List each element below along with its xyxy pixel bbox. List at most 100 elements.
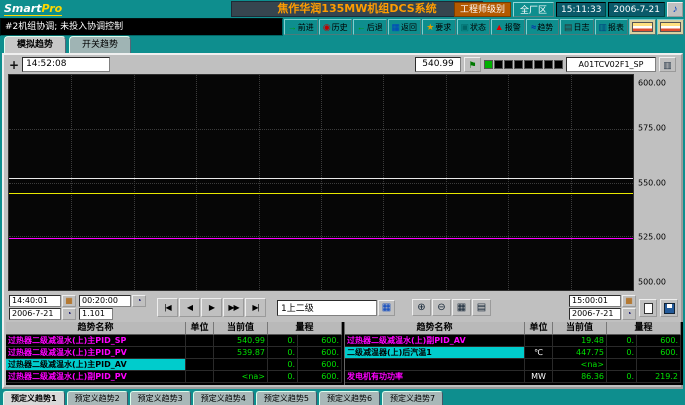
toolbar-button-status[interactable]: ▣状态 bbox=[457, 19, 491, 35]
screen-thumbnail-button-2[interactable] bbox=[657, 19, 684, 35]
cursor-value-display: 540.99 bbox=[415, 57, 461, 72]
trend-group-input[interactable] bbox=[277, 300, 377, 316]
clock-icon: ◔ bbox=[137, 296, 142, 305]
trend-row-value: 447.75 bbox=[553, 347, 607, 359]
pen-selector-5[interactable] bbox=[524, 60, 533, 69]
trend-row-name[interactable]: 发电机有功功率 bbox=[345, 371, 525, 383]
trend-plot[interactable] bbox=[8, 74, 634, 291]
grid-toggle-button[interactable]: ▦ bbox=[452, 299, 471, 316]
column-header-value: 当前值 bbox=[553, 322, 607, 335]
tab-predefined-trend-4[interactable]: 预定义趋势4 bbox=[193, 391, 254, 405]
trend-config-button[interactable]: ▥ bbox=[659, 57, 676, 72]
toolbar-button-alarm[interactable]: ▲报警 bbox=[491, 19, 525, 35]
fast-forward-button[interactable]: ▶▶ bbox=[223, 298, 244, 317]
start-date-picker-button[interactable]: ◔ bbox=[62, 308, 76, 320]
toolbar-button-request[interactable]: ★要求 bbox=[422, 19, 456, 35]
trend-row-name[interactable]: 二级减温器(上)后汽温1 bbox=[345, 347, 525, 359]
sound-button[interactable]: ♪ bbox=[667, 2, 683, 17]
top-header: SmartPro 焦作华润135MW机组DCS系统 工程师级别 全厂区 15:1… bbox=[0, 0, 685, 18]
play-button[interactable]: ▶ bbox=[201, 298, 222, 317]
dcs-window: SmartPro 焦作华润135MW机组DCS系统 工程师级别 全厂区 15:1… bbox=[0, 0, 685, 405]
toolbar-button-log[interactable]: ▤日志 bbox=[560, 19, 594, 35]
end-time-calendar-button[interactable]: ▦ bbox=[622, 295, 636, 307]
pen-selector-8[interactable] bbox=[554, 60, 563, 69]
tab-predefined-trend-5[interactable]: 预定义趋势5 bbox=[256, 391, 317, 405]
pen-selector-4[interactable] bbox=[514, 60, 523, 69]
trend-row-name[interactable]: 过热器二级减温水(上)主PID_PV bbox=[6, 347, 186, 359]
system-title: 焦作华润135MW机组DCS系统 bbox=[231, 1, 483, 17]
trend-row-value: 86.36 bbox=[553, 371, 607, 383]
return-icon: ▦ bbox=[391, 23, 400, 32]
interval-button[interactable]: ◔ bbox=[132, 295, 146, 307]
trend-row-name[interactable]: 过热器二级减温水(上)主PID_SP bbox=[6, 335, 186, 347]
zoom-in-button[interactable]: ⊕ bbox=[412, 299, 431, 316]
cursor-time-display: 14:52:08 bbox=[22, 57, 110, 72]
column-header-range: 量程 bbox=[607, 322, 681, 335]
screen-thumbnail-button-1[interactable] bbox=[629, 19, 656, 35]
trend-row-unit bbox=[186, 335, 214, 347]
pen-selector-2[interactable] bbox=[494, 60, 503, 69]
log-icon: ▤ bbox=[564, 23, 573, 32]
step-back-button[interactable]: ◀ bbox=[179, 298, 200, 317]
tab-analog-trend[interactable]: 模拟趋势 bbox=[4, 36, 66, 53]
gridline bbox=[571, 75, 572, 290]
speaker-icon: ♪ bbox=[673, 4, 678, 15]
trend-row-name[interactable] bbox=[345, 359, 525, 371]
playback-bar: 14:40:01 ▦ 2006-7-21 ◔ 00:20:00 ◔ 1.101 … bbox=[6, 294, 681, 321]
end-date-picker-button[interactable]: ◔ bbox=[622, 308, 636, 320]
plant-area-button[interactable]: 全厂区 bbox=[513, 2, 554, 17]
trend-row-max: 600. bbox=[298, 347, 342, 359]
step-display: 1.101 bbox=[79, 308, 113, 320]
print-trend-button[interactable]: ▤ bbox=[472, 299, 491, 316]
alarm-icon: ▲ bbox=[495, 23, 504, 32]
zoom-out-button[interactable]: ⊖ bbox=[432, 299, 451, 316]
tab-predefined-trend-7[interactable]: 预定义趋势7 bbox=[382, 391, 443, 405]
toolbar-button-label: 返回 bbox=[401, 22, 417, 33]
save-button[interactable] bbox=[660, 299, 678, 317]
toolbar-button-back[interactable]: ←后退 bbox=[353, 19, 387, 35]
start-datetime-group: 14:40:01 ▦ 2006-7-21 ◔ bbox=[9, 295, 76, 320]
clock-icon: ◔ bbox=[627, 309, 632, 318]
tab-predefined-trend-6[interactable]: 预定义趋势6 bbox=[319, 391, 380, 405]
trend-row-min: 0. bbox=[607, 347, 637, 359]
pen-selector-6[interactable] bbox=[534, 60, 543, 69]
trend-row-value: <na> bbox=[553, 359, 607, 371]
toolbar-button-label: 日志 bbox=[574, 22, 590, 33]
trend-row-unit bbox=[186, 347, 214, 359]
trend-row-max: 600. bbox=[637, 335, 681, 347]
trend-row-value: 540.99 bbox=[214, 335, 268, 347]
tab-predefined-trend-1[interactable]: 预定义趋势1 bbox=[3, 391, 65, 405]
toolbar-button-label: 状态 bbox=[470, 22, 486, 33]
trend-table: 趋势名称 单位 当前值 量程 过热器二级减温水(上)主PID_SP 540.99… bbox=[6, 322, 683, 385]
toolbar-button-forward[interactable]: →前进 bbox=[284, 19, 318, 35]
toolbar-button-history[interactable]: ◉历史 bbox=[319, 19, 353, 35]
trend-group-select-button[interactable]: ▦ bbox=[378, 300, 395, 316]
go-start-button[interactable]: |◀ bbox=[157, 298, 178, 317]
new-file-button[interactable] bbox=[639, 299, 657, 317]
pen-selector-3[interactable] bbox=[504, 60, 513, 69]
trend-row-name[interactable]: 过热器二级减温水(上)副PID_PV bbox=[6, 371, 186, 383]
pen-selector-1[interactable] bbox=[484, 60, 493, 69]
pen-selector-7[interactable] bbox=[544, 60, 553, 69]
request-icon: ★ bbox=[426, 23, 434, 32]
toolbar-button-label: 前进 bbox=[298, 22, 314, 33]
trend-row-unit bbox=[186, 371, 214, 383]
header-right-cluster: 工程师级别 全厂区 15:11:33 2006-7-21 ♪ bbox=[454, 1, 683, 17]
end-time-display: 15:00:01 bbox=[569, 295, 621, 307]
go-end-button[interactable]: ▶| bbox=[245, 298, 266, 317]
unit-status-message: #2机组协调; 未投入协调控制 bbox=[0, 18, 283, 36]
start-time-calendar-button[interactable]: ▦ bbox=[62, 295, 76, 307]
pen-flag-button[interactable]: ⚑ bbox=[464, 57, 481, 72]
tab-predefined-trend-3[interactable]: 预定义趋势3 bbox=[130, 391, 191, 405]
toolbar-button-report[interactable]: ▥报表 bbox=[595, 19, 629, 35]
trend-row-name[interactable]: 过热器二级减温水(上)主PID_AV bbox=[6, 359, 186, 371]
trend-row-value: 19.48 bbox=[553, 335, 607, 347]
flag-icon: ⚑ bbox=[468, 60, 476, 70]
tab-predefined-trend-2[interactable]: 预定义趋势2 bbox=[67, 391, 128, 405]
tab-digital-trend[interactable]: 开关趋势 bbox=[69, 36, 131, 53]
trend-row-name[interactable]: 过热器二级减温水(上)副PID_AV bbox=[345, 335, 525, 347]
save-disk-icon bbox=[664, 303, 675, 314]
toolbar-button-label: 后退 bbox=[367, 22, 383, 33]
toolbar-button-return[interactable]: ▦返回 bbox=[388, 19, 422, 35]
toolbar-button-trend[interactable]: ≈趋势 bbox=[526, 19, 560, 35]
